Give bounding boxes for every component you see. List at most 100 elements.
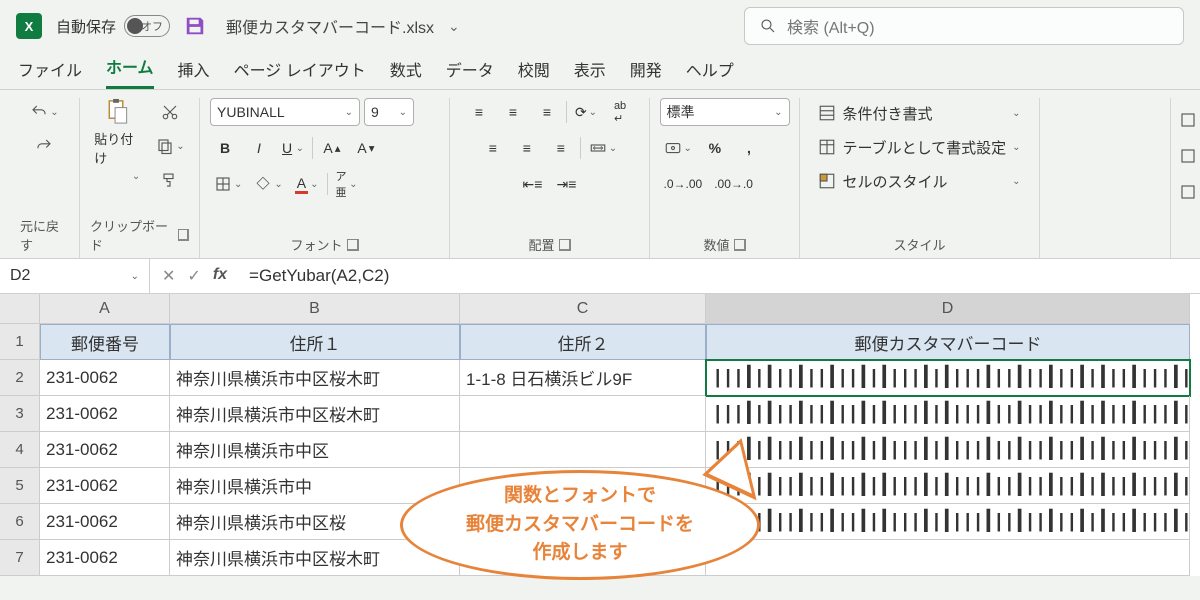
cell[interactable]: 231-0062	[40, 396, 170, 432]
tab-数式[interactable]: 数式	[390, 57, 422, 89]
cell[interactable]: |||┃|┃||┃||┃||┃|┃|||┃|┃|||┃||┃||┃||┃|┃||…	[706, 396, 1190, 432]
tab-挿入[interactable]: 挿入	[178, 57, 210, 89]
underline-button[interactable]: U⌄	[278, 134, 308, 162]
tab-表示[interactable]: 表示	[574, 57, 606, 89]
search-input[interactable]: 検索 (Alt+Q)	[744, 7, 1184, 45]
increase-decimal-button[interactable]: .0→.00	[660, 170, 707, 198]
cell[interactable]: 神奈川県横浜市中区桜木町	[170, 396, 460, 432]
overflow-format-button[interactable]	[1173, 178, 1200, 206]
col-header-B[interactable]: B	[170, 294, 460, 324]
align-top-button[interactable]: ≡	[464, 98, 494, 126]
decrease-decimal-button[interactable]: .00→.0	[710, 170, 757, 198]
merge-button[interactable]: ⌄	[585, 134, 621, 162]
align-bottom-button[interactable]: ≡	[532, 98, 562, 126]
decrease-indent-button[interactable]: ⇤≡	[518, 170, 548, 198]
select-all-corner[interactable]	[0, 294, 40, 324]
row-header[interactable]: 4	[0, 432, 40, 468]
save-icon[interactable]	[184, 15, 206, 37]
col-header-C[interactable]: C	[460, 294, 706, 324]
header-cell[interactable]: 住所１	[170, 324, 460, 360]
row-header[interactable]: 6	[0, 504, 40, 540]
cell[interactable]	[460, 432, 706, 468]
tab-ファイル[interactable]: ファイル	[18, 57, 82, 89]
align-left-button[interactable]: ≡	[478, 134, 508, 162]
cell[interactable]: 231-0062	[40, 360, 170, 396]
cell[interactable]	[460, 504, 706, 540]
cell[interactable]	[460, 468, 706, 504]
increase-font-button[interactable]: A▴	[317, 134, 347, 162]
tab-校閲[interactable]: 校閲	[518, 57, 550, 89]
cell[interactable]	[460, 396, 706, 432]
font-name-select[interactable]: YUBINALL⌄	[210, 98, 360, 126]
row-header[interactable]: 3	[0, 396, 40, 432]
percent-button[interactable]: %	[700, 134, 730, 162]
cell[interactable]: 1-1-8 日石横浜ビル9F	[460, 540, 706, 576]
cancel-formula-icon[interactable]: ✕	[162, 266, 175, 286]
phonetic-button[interactable]: ア亜⌄	[332, 170, 362, 198]
borders-button[interactable]: ⌄	[210, 170, 246, 198]
tab-ページ レイアウト[interactable]: ページ レイアウト	[234, 57, 366, 89]
font-size-select[interactable]: 9⌄	[364, 98, 414, 126]
cell[interactable]: 1-1-8 日石横浜ビル9F	[460, 360, 706, 396]
cell[interactable]: 231-0062	[40, 468, 170, 504]
orientation-button[interactable]: ⟳⌄	[571, 98, 601, 126]
cell[interactable]: 231-0062	[40, 432, 170, 468]
row-header[interactable]: 7	[0, 540, 40, 576]
fill-color-button[interactable]: ⌄	[250, 170, 286, 198]
number-format-select[interactable]: 標準⌄	[660, 98, 790, 126]
bold-button[interactable]: B	[210, 134, 240, 162]
comma-button[interactable]: ,	[734, 134, 764, 162]
cell[interactable]: |||┃|┃||┃||┃||┃|┃|||┃|┃|||┃||┃||┃||┃|┃||…	[706, 432, 1190, 468]
format-painter-button[interactable]	[155, 166, 185, 194]
overflow-insert-button[interactable]	[1173, 106, 1200, 134]
cell[interactable]: 神奈川県横浜市中区桜	[170, 504, 460, 540]
align-center-button[interactable]: ≡	[512, 134, 542, 162]
wrap-text-button[interactable]: ab↵	[605, 98, 635, 126]
formula-bar[interactable]: =GetYubar(A2,C2)	[239, 266, 1200, 286]
tab-開発[interactable]: 開発	[630, 57, 662, 89]
increase-indent-button[interactable]: ⇥≡	[552, 170, 582, 198]
redo-button[interactable]	[29, 132, 59, 160]
number-dialog-launcher[interactable]	[734, 239, 746, 251]
row-header[interactable]: 5	[0, 468, 40, 504]
name-box[interactable]: D2⌄	[0, 259, 150, 293]
font-color-button[interactable]: A⌄	[291, 170, 323, 198]
col-header-A[interactable]: A	[40, 294, 170, 324]
copy-button[interactable]: ⌄	[152, 132, 188, 160]
cell[interactable]: 神奈川県横浜市中区桜木町	[170, 540, 460, 576]
paste-button[interactable]: 貼り付け⌄	[90, 98, 144, 182]
italic-button[interactable]: I	[244, 134, 274, 162]
header-cell[interactable]: 郵便番号	[40, 324, 170, 360]
cell[interactable]: |||┃|┃||┃||┃||┃|┃|||┃|┃|||┃||┃||┃||┃|┃||…	[706, 360, 1190, 396]
tab-データ[interactable]: データ	[446, 57, 494, 89]
align-middle-button[interactable]: ≡	[498, 98, 528, 126]
filename[interactable]: 郵便カスタマバーコード.xlsx	[226, 14, 434, 38]
format-as-table-button[interactable]: テーブルとして書式設定⌄	[812, 132, 1026, 162]
font-dialog-launcher[interactable]	[347, 239, 359, 251]
align-right-button[interactable]: ≡	[546, 134, 576, 162]
cut-button[interactable]	[155, 98, 185, 126]
currency-button[interactable]: ⌄	[660, 134, 696, 162]
col-header-D[interactable]: D	[706, 294, 1190, 324]
cell[interactable]	[706, 540, 1190, 576]
cell[interactable]: 神奈川県横浜市中	[170, 468, 460, 504]
row-header[interactable]: 1	[0, 324, 40, 360]
cell-styles-button[interactable]: セルのスタイル⌄	[812, 166, 1026, 196]
fx-icon[interactable]: fx	[213, 266, 227, 286]
conditional-format-button[interactable]: 条件付き書式⌄	[812, 98, 1026, 128]
undo-button[interactable]: ⌄	[26, 98, 62, 126]
cell[interactable]: 231-0062	[40, 504, 170, 540]
tab-ヘルプ[interactable]: ヘルプ	[686, 57, 734, 89]
clipboard-dialog-launcher[interactable]	[178, 229, 189, 241]
row-header[interactable]: 2	[0, 360, 40, 396]
header-cell[interactable]: 住所２	[460, 324, 706, 360]
filename-chevron-icon[interactable]: ⌄	[448, 18, 460, 35]
cell[interactable]: 神奈川県横浜市中区桜木町	[170, 360, 460, 396]
autosave-toggle[interactable]: オフ	[124, 15, 170, 37]
align-dialog-launcher[interactable]	[559, 239, 571, 251]
decrease-font-button[interactable]: A▾	[351, 134, 381, 162]
header-cell[interactable]: 郵便カスタマバーコード	[706, 324, 1190, 360]
cell[interactable]: 231-0062	[40, 540, 170, 576]
tab-ホーム[interactable]: ホーム	[106, 54, 154, 89]
cell[interactable]: |||┃|┃||┃||┃||┃|┃|||┃|┃|||┃||┃||┃||┃|┃||…	[706, 468, 1190, 504]
